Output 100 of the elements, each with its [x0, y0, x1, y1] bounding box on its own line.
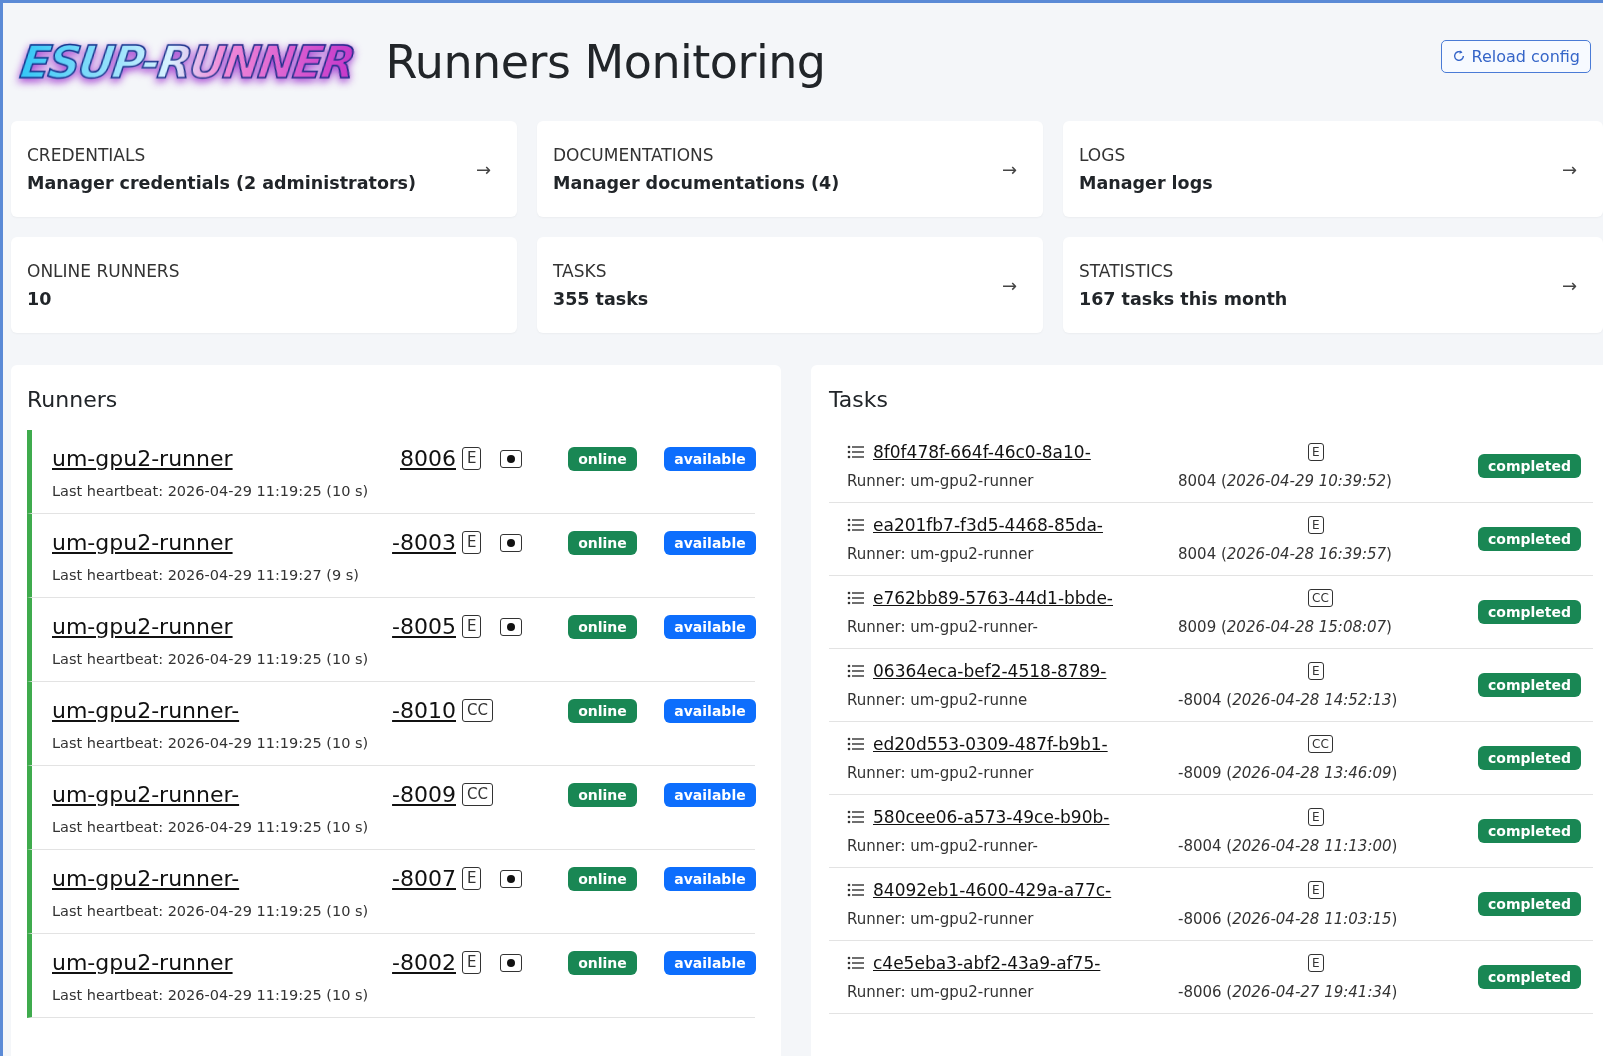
list-icon — [847, 956, 865, 970]
arrow-icon[interactable]: → — [475, 158, 501, 180]
status-badge: online — [568, 950, 637, 975]
list-icon — [847, 737, 865, 751]
status-badge: completed — [1477, 673, 1581, 697]
list-icon — [847, 883, 865, 897]
task-link[interactable]: e762bb89-5763-44d1-bbde- — [873, 588, 1178, 608]
arrow-icon[interactable]: → — [1001, 274, 1027, 296]
heartbeat-text: Last heartbeat: 2026-04-29 11:19:25 (10 s) — [52, 987, 370, 1003]
tag-label: E — [1308, 954, 1324, 972]
task-runner-text: Runner: um-gpu2-runner — [847, 983, 1035, 1001]
tag-label: E — [1308, 881, 1324, 899]
runner-port-link[interactable]: -8010 — [352, 698, 462, 723]
tag-label: E — [1308, 662, 1324, 680]
status-badge: completed — [1477, 819, 1581, 843]
reload-icon — [1451, 49, 1466, 63]
task-link[interactable]: 84092eb1-4600-429a-a77c- — [873, 880, 1178, 900]
task-link[interactable]: ed20d553-0309-487f-b9b1- — [873, 734, 1178, 754]
tag-label: E — [462, 615, 482, 638]
task-time-text: -8009 (2026-04-28 13:46:09) — [1178, 764, 1399, 782]
card-value: 355 tasks — [553, 289, 650, 309]
status-badge: online — [568, 614, 637, 639]
runner-port-link[interactable]: -8002 — [352, 950, 462, 975]
status-badge: completed — [1477, 965, 1581, 989]
arrow-icon[interactable]: → — [1561, 158, 1587, 180]
status-badge: completed — [1477, 600, 1581, 624]
runner-link[interactable]: um-gpu2-runner — [52, 614, 352, 639]
task-time-text: -8004 (2026-04-28 14:52:13) — [1178, 691, 1399, 709]
card-value: 10 — [27, 289, 53, 309]
task-time-text: -8006 (2026-04-28 11:03:15) — [1178, 910, 1399, 928]
runner-link[interactable]: um-gpu2-runner- — [52, 782, 352, 807]
heartbeat-text: Last heartbeat: 2026-04-29 11:19:25 (10 s) — [52, 483, 370, 499]
status-badge: online — [568, 530, 637, 555]
heartbeat-text: Last heartbeat: 2026-04-29 11:19:25 (10 s) — [52, 651, 370, 667]
task-runner-text: Runner: um-gpu2-runner — [847, 764, 1035, 782]
runner-link[interactable]: um-gpu2-runner- — [52, 698, 352, 723]
card-label: DOCUMENTATIONS — [553, 145, 715, 165]
runner-port-link[interactable]: -8003 — [352, 530, 462, 555]
status-badge: available — [664, 446, 756, 471]
heartbeat-text: Last heartbeat: 2026-04-29 11:19:25 (10 s) — [52, 903, 370, 919]
page-title: Runners Monitoring — [385, 35, 827, 89]
status-badge: available — [664, 530, 756, 555]
status-badge: available — [664, 782, 756, 807]
tag-label: CC — [462, 783, 493, 806]
task-runner-text: Runner: um-gpu2-runne — [847, 691, 1029, 709]
status-badge: completed — [1477, 454, 1581, 478]
task-link[interactable]: 580cee06-a573-49ce-b90b- — [873, 807, 1178, 827]
tag-label: CC — [1308, 735, 1333, 753]
list-icon — [847, 664, 865, 678]
status-badge: available — [664, 950, 756, 975]
tag-label: E — [462, 447, 482, 470]
tag-label: E — [462, 867, 482, 890]
list-icon — [847, 518, 865, 532]
runner-port-link[interactable]: -8009 — [352, 782, 462, 807]
task-runner-text: Runner: um-gpu2-runner- — [847, 618, 1039, 636]
task-link[interactable]: ea201fb7-f3d5-4468-85da- — [873, 515, 1178, 535]
status-badge: available — [664, 698, 756, 723]
runner-link[interactable]: um-gpu2-runner- — [52, 866, 352, 891]
task-runner-text: Runner: um-gpu2-runner — [847, 472, 1035, 490]
card-value: 167 tasks this month — [1079, 289, 1289, 309]
card-label: ONLINE RUNNERS — [27, 261, 181, 281]
task-link[interactable]: 06364eca-bef2-4518-8789- — [873, 661, 1178, 681]
heartbeat-text: Last heartbeat: 2026-04-29 11:19:25 (10 s) — [52, 735, 370, 751]
card-label: LOGS — [1079, 145, 1127, 165]
task-time-text: 8009 (2026-04-28 15:08:07) — [1178, 618, 1393, 636]
tag-label: E — [1308, 516, 1324, 534]
task-link[interactable]: c4e5eba3-abf2-43a9-af75- — [873, 953, 1178, 973]
arrow-icon[interactable]: → — [1001, 158, 1027, 180]
heartbeat-text: Last heartbeat: 2026-04-29 11:19:27 (9 s) — [52, 567, 360, 583]
arrow-icon[interactable]: → — [1561, 274, 1587, 296]
reload-config-button[interactable]: Reload config — [1440, 39, 1591, 73]
runner-link[interactable]: um-gpu2-runner — [52, 950, 352, 975]
task-runner-text: Runner: um-gpu2-runner — [847, 545, 1035, 563]
task-time-text: -8004 (2026-04-28 11:13:00) — [1178, 837, 1399, 855]
runner-port-link[interactable]: 8006 — [352, 446, 462, 471]
runner-port-link[interactable]: -8005 — [352, 614, 462, 639]
runner-link[interactable]: um-gpu2-runner — [52, 530, 352, 555]
tag-label: E — [1308, 808, 1324, 826]
runner-port-link[interactable]: -8007 — [352, 866, 462, 891]
status-badge: online — [568, 782, 637, 807]
panel-title: Tasks — [829, 387, 889, 412]
task-time-text: -8006 (2026-04-27 19:41:34) — [1178, 983, 1399, 1001]
task-link[interactable]: 8f0f478f-664f-46c0-8a10- — [873, 442, 1178, 462]
heartbeat-text: Last heartbeat: 2026-04-29 11:19:25 (10 s) — [52, 819, 370, 835]
task-time-text: 8004 (2026-04-29 10:39:52) — [1178, 472, 1393, 490]
runner-link[interactable]: um-gpu2-runner — [52, 446, 352, 471]
status-badge: online — [568, 866, 637, 891]
task-runner-text: Runner: um-gpu2-runner — [847, 910, 1035, 928]
list-icon — [847, 445, 865, 459]
status-badge: online — [568, 698, 637, 723]
status-badge: available — [664, 866, 756, 891]
tag-label: CC — [462, 699, 493, 722]
card-label: CREDENTIALS — [27, 145, 147, 165]
list-icon — [847, 810, 865, 824]
tag-label: E — [462, 951, 482, 974]
tag-label: E — [1308, 443, 1324, 461]
card-value: Manager credentials (2 administrators) — [27, 173, 417, 193]
card-label: STATISTICS — [1079, 261, 1175, 281]
status-badge: completed — [1477, 892, 1581, 916]
panel-title: Runners — [27, 387, 119, 412]
